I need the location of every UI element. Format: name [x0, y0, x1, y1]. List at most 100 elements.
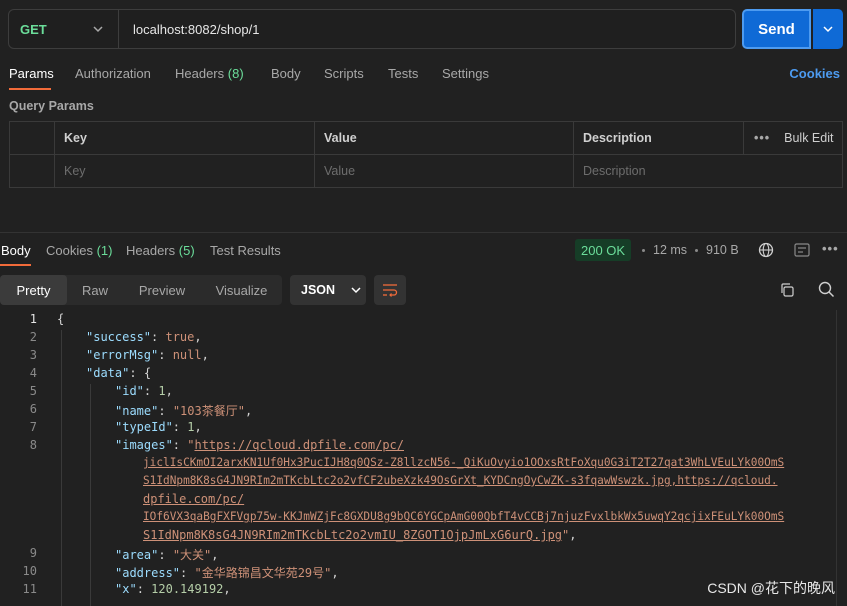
line-number: 2: [29, 330, 37, 344]
image-link[interactable]: jiclIsCKmOI2arxKN1Uf0Hx3PucIJH8q0QSz-Z8l…: [143, 456, 784, 469]
indent-guide: [90, 384, 91, 606]
tab-response-headers[interactable]: Headers (5): [126, 243, 195, 258]
line-number: 10: [22, 564, 37, 578]
cookies-count: (1): [96, 243, 113, 258]
code-line: "x": 120.149192,: [115, 582, 231, 596]
active-tab-indicator: [9, 88, 51, 90]
chevron-down-icon: [93, 26, 103, 33]
key-column-header: Key: [55, 122, 315, 155]
view-visualize-button[interactable]: Visualize: [201, 275, 282, 305]
code-line-wrapped: dpfile.com/pc/: [143, 492, 244, 506]
tab-tests[interactable]: Tests: [388, 66, 418, 81]
tab-response-body[interactable]: Body: [1, 243, 31, 258]
view-preview-button[interactable]: Preview: [123, 275, 201, 305]
line-number: 11: [22, 582, 37, 596]
active-response-tab-indicator: [0, 264, 31, 266]
cookies-link[interactable]: Cookies: [789, 66, 840, 81]
url-input[interactable]: localhost:8082/shop/1: [119, 22, 259, 37]
search-icon[interactable]: [818, 281, 835, 298]
row-checkbox-cell: [10, 155, 55, 187]
cookies-label: Cookies: [46, 243, 93, 258]
image-link[interactable]: S1IdNpm8K8sG4JN9RIm2mTKcbLtc2o2vfCF2ubeX…: [143, 474, 778, 487]
view-mode-segmented-control: Pretty Raw Preview Visualize: [0, 275, 282, 305]
code-line: "errorMsg": null,: [86, 348, 209, 362]
line-number: 7: [29, 420, 37, 434]
line-number: 1: [29, 312, 37, 326]
code-line-wrapped: S1IdNpm8K8sG4JN9RIm2mTKcbLtc2o2vmIU_8ZGO…: [143, 528, 577, 542]
tab-body[interactable]: Body: [271, 66, 301, 81]
description-input[interactable]: Description: [574, 155, 843, 187]
checkbox-column-header: [10, 122, 55, 155]
bulk-edit-button[interactable]: ••• Bulk Edit: [744, 122, 843, 155]
tab-scripts[interactable]: Scripts: [324, 66, 364, 81]
chevron-down-icon: [351, 287, 361, 294]
status-badge[interactable]: 200 OK: [575, 239, 632, 261]
code-line: "name": "103茶餐厅",: [115, 404, 253, 418]
chevron-down-icon: [823, 26, 833, 33]
response-body-viewer[interactable]: 1 2 3 4 5 6 7 8 9 10 11 { "success": tru…: [0, 310, 847, 606]
indent-guide: [61, 330, 62, 606]
url-bar: GET localhost:8082/shop/1: [8, 9, 736, 49]
wrap-lines-button[interactable]: [374, 275, 406, 305]
format-select[interactable]: JSON: [290, 275, 366, 305]
request-tabs: Params Authorization Headers (8) Body Sc…: [0, 60, 847, 90]
tab-headers[interactable]: Headers (8): [175, 66, 244, 81]
headers-count: (8): [227, 66, 244, 81]
query-params-title: Query Params: [9, 99, 94, 113]
more-icon: •••: [754, 131, 771, 145]
more-icon[interactable]: •••: [822, 241, 839, 256]
code-line: "address": "金华路锦昌文华苑29号",: [115, 566, 339, 580]
save-response-icon[interactable]: [794, 243, 810, 257]
method-select[interactable]: GET: [9, 10, 119, 48]
tab-response-cookies[interactable]: Cookies (1): [46, 243, 112, 258]
separator-dot: [695, 249, 698, 252]
image-link[interactable]: dpfile.com/pc/: [143, 492, 244, 506]
globe-icon[interactable]: [758, 242, 774, 258]
line-number: 4: [29, 366, 37, 380]
line-number: 8: [29, 438, 37, 452]
code-line: {: [57, 312, 65, 326]
image-link[interactable]: IOf6VX3qaBgFXFVgp75w-KKJmWZjFc8GXDU8g9bQ…: [143, 510, 784, 523]
line-number: 5: [29, 384, 37, 398]
value-input[interactable]: Value: [315, 155, 574, 187]
tab-headers-label: Headers: [175, 66, 225, 81]
response-headers-count: (5): [178, 243, 195, 258]
format-label: JSON: [301, 283, 336, 297]
query-params-table: Key Value Description ••• Bulk Edit Key …: [9, 121, 843, 188]
response-tabs: Body Cookies (1) Headers (5) Test Result…: [0, 232, 847, 266]
line-number: 3: [29, 348, 37, 362]
watermark: CSDN @花下的晚风: [707, 580, 835, 596]
tab-authorization[interactable]: Authorization: [75, 66, 151, 81]
code-line: "success": true,: [86, 330, 202, 344]
wrap-lines-icon: [383, 284, 398, 297]
copy-icon[interactable]: [779, 282, 795, 298]
code-line-wrapped: jiclIsCKmOI2arxKN1Uf0Hx3PucIJH8q0QSz-Z8l…: [143, 456, 784, 469]
code-line: "data": {: [86, 366, 152, 380]
method-label: GET: [20, 21, 47, 37]
vertical-scrollbar[interactable]: [836, 310, 846, 606]
key-input[interactable]: Key: [55, 155, 315, 187]
response-size[interactable]: 910 B: [706, 243, 739, 257]
code-line: "typeId": 1,: [115, 420, 202, 434]
value-column-header: Value: [315, 122, 574, 155]
code-line-wrapped: IOf6VX3qaBgFXFVgp75w-KKJmWZjFc8GXDU8g9bQ…: [143, 510, 784, 523]
image-link[interactable]: S1IdNpm8K8sG4JN9RIm2mTKcbLtc2o2vmIU_8ZGO…: [143, 528, 562, 542]
description-column-header: Description: [574, 122, 744, 155]
code-line: "id": 1,: [115, 384, 173, 398]
line-number: 9: [29, 546, 37, 560]
view-raw-button[interactable]: Raw: [67, 275, 123, 305]
tab-params[interactable]: Params: [9, 66, 54, 81]
line-number: 6: [29, 402, 37, 416]
view-pretty-button[interactable]: Pretty: [0, 275, 67, 305]
tab-test-results[interactable]: Test Results: [210, 243, 281, 258]
code-line: "area": "大关",: [115, 548, 219, 562]
bulk-edit-label: Bulk Edit: [784, 131, 834, 145]
tab-settings[interactable]: Settings: [442, 66, 489, 81]
response-time[interactable]: 12 ms: [653, 243, 687, 257]
image-link[interactable]: https://qcloud.dpfile.com/pc/: [194, 438, 404, 452]
send-button[interactable]: Send: [742, 9, 811, 49]
code-line-wrapped: S1IdNpm8K8sG4JN9RIm2mTKcbLtc2o2vfCF2ubeX…: [143, 474, 778, 487]
headers-label: Headers: [126, 243, 176, 258]
code-line: "images": "https://qcloud.dpfile.com/pc/: [115, 438, 404, 452]
send-options-button[interactable]: [813, 9, 843, 49]
